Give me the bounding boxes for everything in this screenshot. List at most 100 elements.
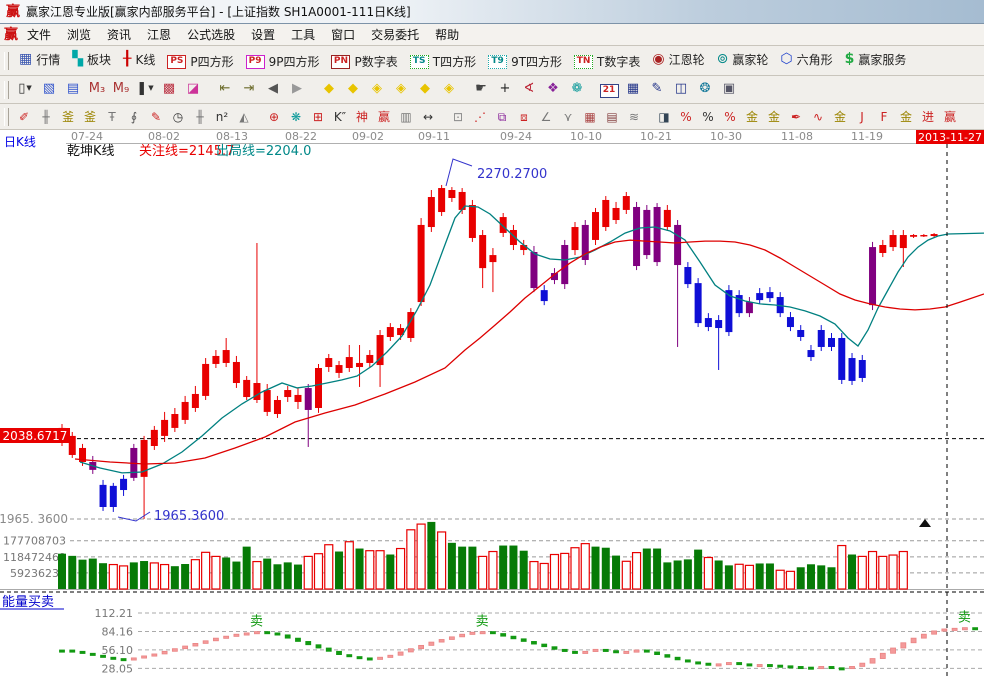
toolbar-grip[interactable] [4, 52, 9, 70]
k-mark-tool[interactable]: K″ [329, 107, 351, 127]
hand-tool[interactable]: ☛ [469, 78, 493, 100]
menu-5[interactable]: 设置 [243, 26, 283, 44]
angle-tool[interactable]: ∢ [517, 78, 541, 100]
network-icon[interactable]: ❂ [693, 78, 717, 100]
f-angle-tool[interactable]: F [873, 107, 895, 127]
pattern-tool[interactable]: ❁ [565, 78, 589, 100]
wave-tool[interactable]: ∿ [807, 107, 829, 127]
gold-line-tool[interactable]: 金 [763, 107, 785, 127]
expand-all-button[interactable]: ◆ [413, 78, 437, 100]
gann-frame-icon[interactable]: ▩ [157, 78, 181, 100]
star-circle-tool[interactable]: ❋ [285, 107, 307, 127]
menu-6[interactable]: 工具 [283, 26, 323, 44]
toolbar-grip[interactable] [4, 108, 9, 126]
grid-target-tool[interactable]: ⊞ [307, 107, 329, 127]
calculator-icon[interactable]: ▦ [621, 78, 645, 100]
menu-8[interactable]: 交易委托 [363, 26, 427, 44]
gann-ghost-tool[interactable]: ❖ [541, 78, 565, 100]
gold-coin-tool[interactable]: 金 [741, 107, 763, 127]
frame-tool[interactable]: ⊡ [447, 107, 469, 127]
menu-7[interactable]: 窗口 [323, 26, 363, 44]
percent-line-tool[interactable]: % [719, 107, 741, 127]
crosshair-target-tool[interactable]: ⊕ [263, 107, 285, 127]
indicator-candle [183, 646, 188, 649]
span-arrows-tool[interactable]: ↔ [417, 107, 439, 127]
ying-tool[interactable]: 赢 [373, 107, 395, 127]
calendar-21-icon[interactable]: 21 [597, 80, 621, 102]
t-square-button[interactable]: TST四方形 [404, 51, 482, 72]
kline-chart[interactable]: 07-2408-0208-1308-2209-0209-1109-2410-10… [0, 130, 984, 679]
zigzag-tool[interactable]: ⋎ [557, 107, 579, 127]
compress-h-button[interactable]: ◈ [389, 78, 413, 100]
menu-2[interactable]: 资讯 [99, 26, 139, 44]
prev-button[interactable]: ◀ [261, 78, 285, 100]
ray-fan-tool[interactable]: ⋰ [469, 107, 491, 127]
gann-wheel-button[interactable]: ◉江恩轮 [646, 49, 710, 70]
grid-dark-tool[interactable]: ▤ [601, 107, 623, 127]
p9-square-button[interactable]: P99P四方形 [240, 51, 326, 72]
grid-red-tool[interactable]: ▦ [579, 107, 601, 127]
spiral-tool[interactable]: ∮ [123, 107, 145, 127]
gann-lines-tool-2[interactable]: ╫ [189, 107, 211, 127]
winner-service-button[interactable]: $赢家服务 [839, 49, 913, 70]
next-button[interactable]: ▶ [285, 78, 309, 100]
menu-4[interactable]: 公式选股 [179, 26, 243, 44]
gold-gate-tool-1[interactable]: 釜 [57, 107, 79, 127]
fit-screen-button[interactable]: ◈ [437, 78, 461, 100]
shen-tool[interactable]: 神 [351, 107, 373, 127]
kline-button[interactable]: ╂K线 [117, 49, 161, 70]
pencil-tool[interactable]: ✎ [145, 107, 167, 127]
winner-wheel-button[interactable]: ⊚赢家轮 [711, 49, 775, 70]
memo-icon[interactable]: ✎ [645, 78, 669, 100]
gold-line-tool-2[interactable]: 金 [829, 107, 851, 127]
crosshair-tool[interactable]: + [493, 78, 517, 100]
p-square-button[interactable]: PSP四方形 [161, 51, 239, 72]
market-quotes-button[interactable]: ▦行情 [13, 49, 66, 70]
goto-first-button[interactable]: ⇤ [213, 78, 237, 100]
t9-square-button[interactable]: T99T四方形 [482, 51, 568, 72]
stats-panel-tool[interactable]: ◨ [653, 107, 675, 127]
gann-lines-tool[interactable]: ╫ [35, 107, 57, 127]
kline-style-dropdown[interactable]: ▯▼ [13, 78, 37, 100]
volume-profile-icon[interactable]: ◪ [181, 78, 205, 100]
printer-icon[interactable]: ▣ [717, 78, 741, 100]
jin-line-tool[interactable]: 进 [917, 107, 939, 127]
p-number-table-button[interactable]: PNP数字表 [325, 51, 403, 72]
f10-info-icon[interactable]: ▤ [61, 78, 85, 100]
gold-gate-tool-2[interactable]: 釜 [79, 107, 101, 127]
sector-button[interactable]: ▚板块 [66, 49, 117, 70]
menu-3[interactable]: 江恩 [139, 26, 179, 44]
hexagon-button[interactable]: ⬡六角形 [774, 49, 838, 70]
menu-0[interactable]: 文件 [19, 26, 59, 44]
chart-area[interactable]: 07-2408-0208-1308-2209-0209-1109-2410-10… [0, 130, 984, 679]
kline-9-icon[interactable]: M₉ [109, 78, 133, 100]
ying-line-tool[interactable]: 赢 [939, 107, 961, 127]
menu-9[interactable]: 帮助 [427, 26, 467, 44]
red-fan-tool[interactable]: ⧈ [513, 107, 535, 127]
kline-3-icon[interactable]: M₃ [85, 78, 109, 100]
purple-fan-tool[interactable]: ⧉ [491, 107, 513, 127]
percent-red-tool[interactable]: % [675, 107, 697, 127]
toolbar-grip[interactable] [4, 81, 9, 99]
t-number-table-button[interactable]: TNT数字表 [568, 51, 646, 72]
mirror-tool[interactable]: ◭ [233, 107, 255, 127]
ruler-tool[interactable]: ▥ [395, 107, 417, 127]
f-lines-tool[interactable]: Ŧ [101, 107, 123, 127]
brush-tool[interactable]: ✐ [13, 107, 35, 127]
zoom-right-button[interactable]: ◆ [341, 78, 365, 100]
menu-1[interactable]: 浏览 [59, 26, 99, 44]
parallel-tool[interactable]: ≋ [623, 107, 645, 127]
angle-lines-tool[interactable]: ∠ [535, 107, 557, 127]
time-cycle-tool[interactable]: ◷ [167, 107, 189, 127]
pen-candle-tool[interactable]: ✒ [785, 107, 807, 127]
n-squared-tool[interactable]: n² [211, 107, 233, 127]
percent-tool[interactable]: % [697, 107, 719, 127]
trend-chart-icon[interactable]: ▧ [37, 78, 61, 100]
goto-last-button[interactable]: ⇥ [237, 78, 261, 100]
j-angle-tool[interactable]: J [851, 107, 873, 127]
expand-h-button[interactable]: ◈ [365, 78, 389, 100]
zoom-left-button[interactable]: ◆ [317, 78, 341, 100]
single-candle-dropdown[interactable]: ❚▼ [133, 78, 157, 100]
gold-angle-tool[interactable]: 金 [895, 107, 917, 127]
save-icon[interactable]: ◫ [669, 78, 693, 100]
